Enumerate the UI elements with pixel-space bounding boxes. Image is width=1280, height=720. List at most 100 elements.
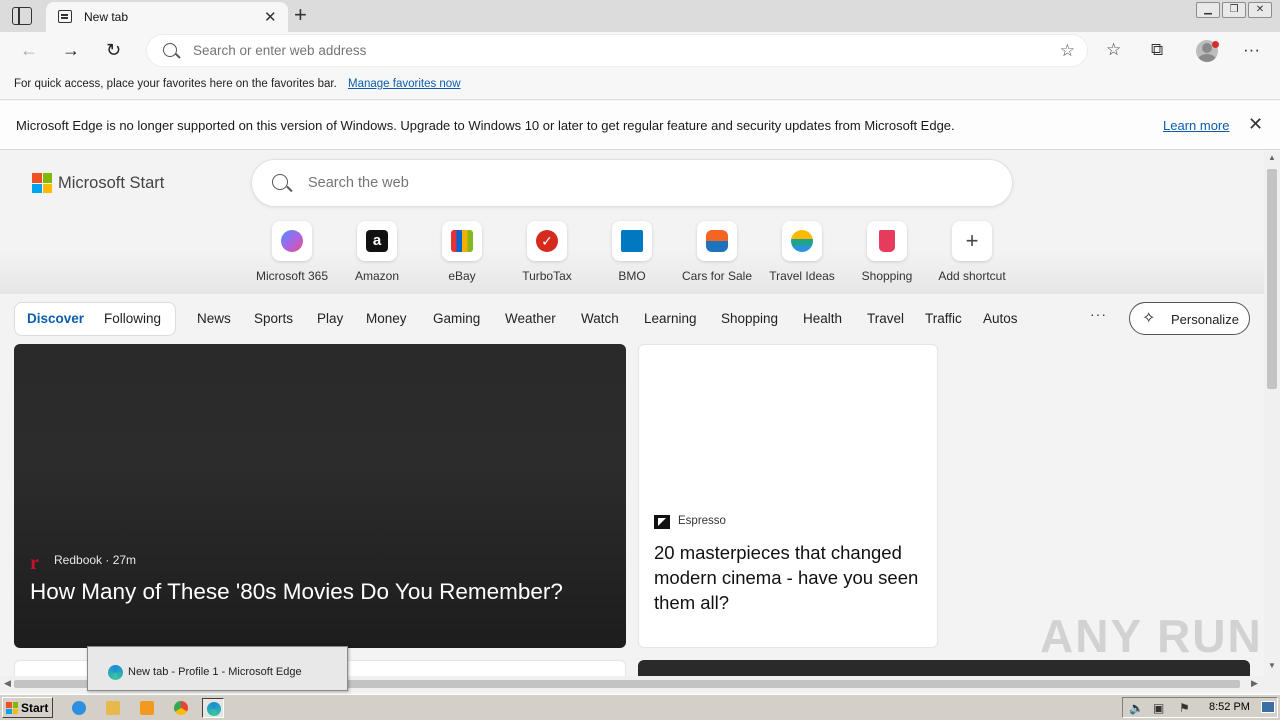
tab-title: New tab <box>84 10 129 24</box>
tab-weather[interactable]: Weather <box>505 311 556 326</box>
shortcut-label: Travel Ideas <box>769 269 835 283</box>
vertical-scroll-thumb[interactable] <box>1267 169 1277 389</box>
personalize-label: Personalize <box>1171 312 1239 327</box>
shortcut-microsoft-365[interactable]: Microsoft 365 <box>249 221 335 283</box>
turbotax-check-icon: ✓ <box>536 230 558 252</box>
action-center-flag-icon[interactable]: ⚑ <box>1179 701 1190 715</box>
browser-toolbar: ← → ↻ ☆ ☆ ⧉ ··· <box>0 32 1280 70</box>
minimize-button[interactable]: ▁ <box>1196 2 1220 18</box>
show-desktop-button[interactable] <box>1261 701 1275 713</box>
vertical-scrollbar[interactable]: ▲ ▼ <box>1264 151 1280 676</box>
article-title: How Many of These '80s Movies Do You Rem… <box>30 579 563 604</box>
preview-title: New tab - Profile 1 - Microsoft Edge <box>128 666 302 678</box>
scroll-up-arrow-icon[interactable]: ▲ <box>1268 153 1276 162</box>
restore-button[interactable]: ❐ <box>1222 2 1246 18</box>
tab-shopping[interactable]: Shopping <box>721 311 778 326</box>
tab-close-icon[interactable]: ✕ <box>264 8 277 26</box>
new-tab-button[interactable]: + <box>294 4 307 26</box>
favorites-icon[interactable]: ☆ <box>1106 40 1121 60</box>
tab-news[interactable]: News <box>197 311 231 326</box>
redbook-logo-icon: r <box>30 552 39 574</box>
article-card[interactable]: Espresso 20 masterpieces that changed mo… <box>638 344 938 648</box>
forward-arrow-icon[interactable]: → <box>62 40 80 60</box>
tab-actions-icon[interactable] <box>12 7 32 25</box>
shortcut-label: BMO <box>618 269 646 283</box>
web-search-input[interactable] <box>308 175 908 191</box>
start-button[interactable]: Start <box>2 697 53 718</box>
tab-autos[interactable]: Autos <box>983 311 1018 326</box>
tab-money[interactable]: Money <box>366 311 407 326</box>
system-tray: 🔈 ▣ ⚑ 8:52 PM <box>1122 697 1278 718</box>
amazon-icon: a <box>366 230 388 252</box>
featured-article-card[interactable]: r Redbook · 27m How Many of These '80s M… <box>14 344 626 648</box>
taskbar-window-preview[interactable]: New tab - Profile 1 - Microsoft Edge <box>87 646 348 691</box>
manage-favorites-link[interactable]: Manage favorites now <box>348 78 461 90</box>
new-tab-page-icon <box>58 10 72 23</box>
shortcut-amazon[interactable]: a Amazon <box>334 221 420 283</box>
tab-travel[interactable]: Travel <box>867 311 904 326</box>
media-player-icon[interactable] <box>136 698 158 718</box>
address-bar[interactable]: ☆ <box>146 34 1088 67</box>
favorites-bar: For quick access, place your favorites h… <box>0 70 1280 100</box>
tab-following[interactable]: Following <box>104 311 161 326</box>
tab-discover[interactable]: Discover <box>27 311 84 326</box>
shortcut-label: Shopping <box>861 269 913 283</box>
profile-status-dot <box>1212 41 1219 48</box>
shortcut-turbotax[interactable]: ✓ TurboTax <box>504 221 590 283</box>
new-tab-page: Microsoft Start Microsoft 365 a Amazon e… <box>0 151 1264 676</box>
more-menu-icon[interactable]: ··· <box>1243 40 1260 60</box>
add-favorite-icon[interactable]: ☆ <box>1060 41 1075 61</box>
shortcut-bmo[interactable]: BMO <box>589 221 675 283</box>
address-input[interactable] <box>193 43 793 58</box>
car-icon <box>706 230 728 252</box>
shortcut-label: eBay <box>448 269 476 283</box>
shortcut-ebay[interactable]: eBay <box>419 221 505 283</box>
feed-navigation: Discover Following News Sports Play Mone… <box>0 294 1264 344</box>
windows-logo-icon <box>6 702 18 714</box>
palm-tree-icon <box>791 230 813 252</box>
internet-explorer-icon[interactable] <box>68 698 90 718</box>
learn-more-link[interactable]: Learn more <box>1163 118 1229 133</box>
watermark: ANY RUN <box>1040 610 1263 662</box>
brand-name: Microsoft Start <box>58 174 165 192</box>
tab-play[interactable]: Play <box>317 311 343 326</box>
ebay-bag-icon <box>451 230 473 252</box>
scroll-corner <box>1264 676 1280 692</box>
scroll-right-arrow-icon[interactable]: ▶ <box>1251 678 1258 689</box>
web-search-box[interactable] <box>251 159 1013 207</box>
infobar-close-icon[interactable]: ✕ <box>1248 114 1263 135</box>
tab-gaming[interactable]: Gaming <box>433 311 480 326</box>
tab-traffic[interactable]: Traffic <box>925 311 962 326</box>
shortcut-travel-ideas[interactable]: Travel Ideas <box>759 221 845 283</box>
personalize-button[interactable]: ✧ Personalize <box>1129 302 1250 335</box>
microsoft-logo-icon <box>32 173 52 193</box>
scroll-left-arrow-icon[interactable]: ◀ <box>4 678 11 689</box>
scroll-down-arrow-icon[interactable]: ▼ <box>1268 661 1276 670</box>
collections-icon[interactable]: ⧉ <box>1151 40 1163 60</box>
shortcut-cars-for-sale[interactable]: Cars for Sale <box>674 221 760 283</box>
shortcut-label: TurboTax <box>522 269 572 283</box>
sparkle-icon: ✧ <box>1142 310 1156 327</box>
article-source: Redbook · 27m <box>54 553 137 567</box>
file-explorer-icon[interactable] <box>102 698 124 718</box>
bmo-icon <box>621 230 643 252</box>
tab-learning[interactable]: Learning <box>644 311 697 326</box>
tab-watch[interactable]: Watch <box>581 311 619 326</box>
add-shortcut-button[interactable]: + Add shortcut <box>929 221 1015 283</box>
tab-new-tab[interactable]: New tab ✕ <box>46 2 288 32</box>
edge-taskbar-icon[interactable] <box>202 698 224 718</box>
back-arrow-icon[interactable]: ← <box>20 40 38 60</box>
refresh-icon[interactable]: ↻ <box>106 40 121 60</box>
clock[interactable]: 8:52 PM <box>1209 701 1250 713</box>
tab-health[interactable]: Health <box>803 311 842 326</box>
shortcut-shopping[interactable]: Shopping <box>844 221 930 283</box>
chrome-icon[interactable] <box>170 698 192 718</box>
infobar-message: Microsoft Edge is no longer supported on… <box>16 118 955 133</box>
shortcut-label: Add shortcut <box>938 269 1006 283</box>
tab-sports[interactable]: Sports <box>254 311 293 326</box>
close-window-button[interactable]: ✕ <box>1248 2 1272 18</box>
network-icon[interactable]: ▣ <box>1153 701 1164 715</box>
volume-icon[interactable]: 🔈 <box>1129 701 1144 715</box>
more-tabs-button[interactable]: ··· <box>1090 306 1107 322</box>
shortcut-label: Microsoft 365 <box>255 269 329 283</box>
